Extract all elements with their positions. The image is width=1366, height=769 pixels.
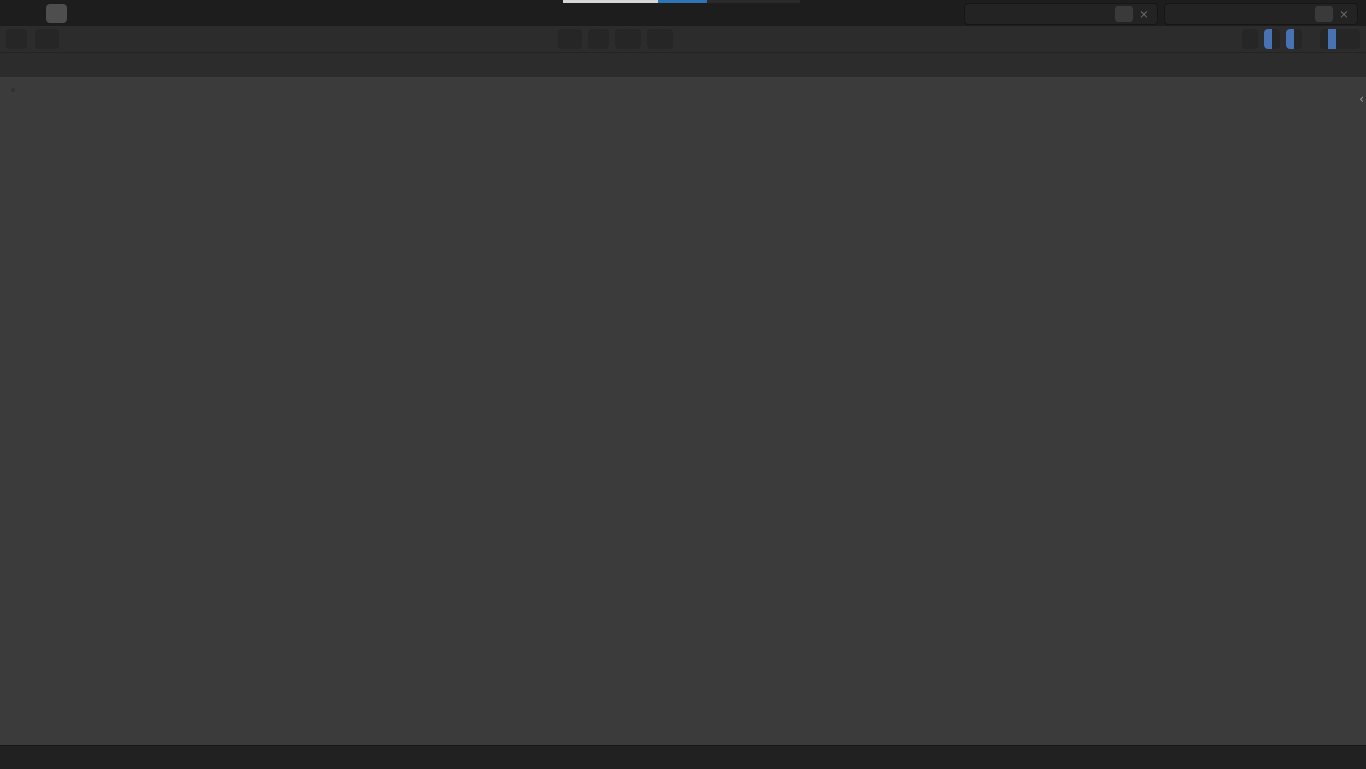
- chevron-down-icon: [627, 34, 637, 44]
- show-object-types-icon[interactable]: [1242, 29, 1250, 49]
- chevron-down-icon: [568, 34, 578, 44]
- chevron-down-icon[interactable]: [1352, 29, 1360, 49]
- chevron-down-icon: [659, 34, 669, 44]
- chevron-down-icon: [13, 34, 23, 44]
- viewport-header: [0, 26, 1366, 53]
- shading-group: [1320, 29, 1360, 49]
- topbar: × ×: [0, 0, 1366, 26]
- toolbar: [11, 88, 15, 92]
- snap-toggle[interactable]: [615, 29, 623, 49]
- navigation-axis-gizmo[interactable]: [1278, 82, 1354, 158]
- proportional-edit-group: [647, 29, 673, 49]
- unlink-scene-icon[interactable]: ×: [1135, 6, 1153, 22]
- scene-selector[interactable]: ×: [964, 3, 1158, 25]
- remove-view-layer-icon[interactable]: ×: [1335, 6, 1353, 22]
- back-to-previous-button[interactable]: [46, 3, 67, 23]
- chevron-down-icon: [45, 34, 55, 44]
- sidebar-collapse-icon[interactable]: ‹: [1359, 92, 1364, 106]
- new-scene-icon[interactable]: [1115, 6, 1133, 22]
- falloff-dropdown[interactable]: [655, 29, 673, 49]
- chevron-down-icon: [971, 9, 981, 19]
- scene-canvas: [0, 52, 1366, 745]
- statusbar: [0, 745, 1366, 769]
- viewport-top-shade: [0, 52, 1366, 77]
- view-layer-selector[interactable]: ×: [1164, 3, 1358, 25]
- editor-type-button[interactable]: [6, 29, 27, 49]
- wireframe-shading-button[interactable]: [1320, 29, 1328, 49]
- chevron-down-icon[interactable]: [1250, 29, 1258, 49]
- mode-dropdown[interactable]: [35, 29, 59, 49]
- snap-with-dropdown[interactable]: [623, 29, 641, 49]
- transform-orientation-dropdown[interactable]: [558, 29, 582, 49]
- screen-capture-strip: [563, 0, 800, 3]
- rendered-shading-button[interactable]: [1344, 29, 1352, 49]
- chevron-down-icon: [1346, 57, 1356, 67]
- overlays-group: [1286, 29, 1302, 49]
- show-overlays-toggle[interactable]: [1286, 29, 1294, 49]
- chevron-down-icon[interactable]: [1294, 29, 1302, 49]
- proportional-edit-toggle[interactable]: [647, 29, 655, 49]
- pivot-point-dropdown[interactable]: [588, 29, 609, 49]
- gizmos-group: [1264, 29, 1280, 49]
- show-gizmo-toggle[interactable]: [1264, 29, 1272, 49]
- chevron-down-icon: [1171, 9, 1181, 19]
- visibility-group: [1242, 29, 1258, 49]
- chevron-down-icon[interactable]: [1272, 29, 1280, 49]
- chevron-down-icon: [595, 34, 605, 44]
- material-preview-shading-button[interactable]: [1336, 29, 1344, 49]
- snap-group: [615, 29, 641, 49]
- solid-shading-button[interactable]: [1328, 29, 1336, 49]
- new-view-layer-icon[interactable]: [1315, 6, 1333, 22]
- options-button[interactable]: [1343, 57, 1356, 67]
- 3d-viewport[interactable]: ‹: [0, 52, 1366, 745]
